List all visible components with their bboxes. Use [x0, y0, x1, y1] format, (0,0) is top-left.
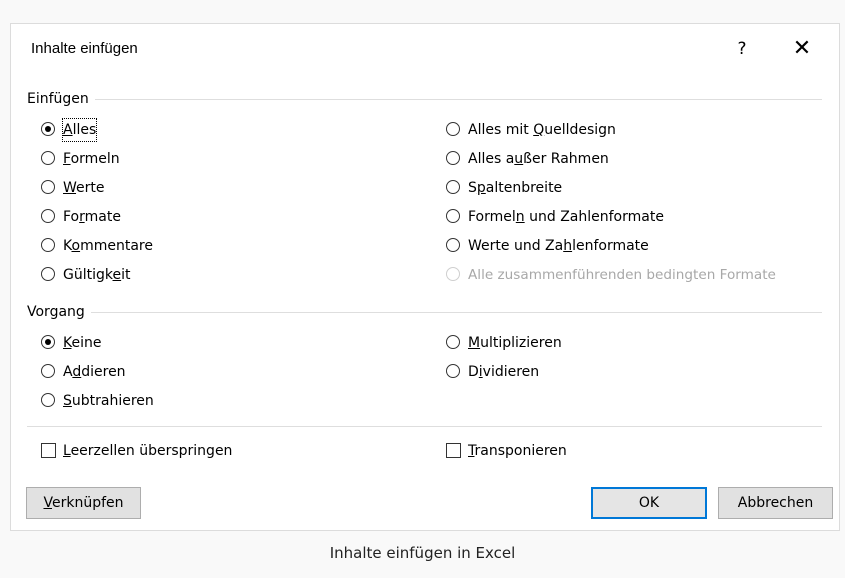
- paste-group-header: Einfügen: [27, 89, 822, 109]
- dialog-title: Inhalte einfügen: [31, 40, 138, 57]
- radio-label: Dividieren: [468, 364, 540, 380]
- radio-button[interactable]: [446, 180, 460, 194]
- close-button[interactable]: ✕: [784, 33, 820, 65]
- radio-button[interactable]: [446, 209, 460, 223]
- checkbox-label: Transponieren: [468, 443, 567, 459]
- dialog-titlebar: Inhalte einfügen ? ✕: [11, 24, 839, 74]
- radio-button[interactable]: [446, 151, 460, 165]
- radio-button: [446, 267, 460, 281]
- paste-group-label: Einfügen: [27, 89, 95, 109]
- radio-label: Alles mit Quelldesign: [468, 122, 616, 138]
- radio-label: Kommentare: [63, 238, 153, 254]
- radio-label: Subtrahieren: [63, 393, 154, 409]
- radio-label: Formeln: [63, 151, 120, 167]
- radio-label: Formeln und Zahlenformate: [468, 209, 664, 225]
- operation-group-label: Vorgang: [27, 302, 91, 322]
- separator: [27, 426, 822, 427]
- ok-button[interactable]: OK: [591, 487, 707, 519]
- radio-label: Werte: [63, 180, 105, 196]
- radio-button[interactable]: [446, 335, 460, 349]
- radio-label: Werte und Zahlenformate: [468, 238, 649, 254]
- radio-label: Gültigkeit: [63, 267, 131, 283]
- radio-button[interactable]: [41, 335, 55, 349]
- verknuepfen-button[interactable]: Verknüpfen: [26, 487, 141, 519]
- radio-button[interactable]: [446, 122, 460, 136]
- radio-label: Formate: [63, 209, 121, 225]
- radio-label: Alle zusammenführenden bedingten Formate: [468, 267, 776, 283]
- checkbox[interactable]: [446, 443, 461, 458]
- radio-button[interactable]: [41, 122, 55, 136]
- radio-button[interactable]: [446, 238, 460, 252]
- paste-special-dialog: Inhalte einfügen ? ✕ Einfügen Alles Form…: [10, 23, 840, 531]
- radio-label: Spaltenbreite: [468, 180, 563, 196]
- checkbox[interactable]: [41, 443, 56, 458]
- help-button[interactable]: ?: [724, 33, 760, 65]
- group-divider: [27, 99, 822, 100]
- cancel-button[interactable]: Abbrechen: [718, 487, 833, 519]
- radio-label: Multiplizieren: [468, 335, 562, 351]
- group-divider: [27, 312, 822, 313]
- checkbox-label: Leerzellen überspringen: [63, 443, 233, 459]
- radio-label: Addieren: [63, 364, 126, 380]
- radio-button[interactable]: [41, 209, 55, 223]
- radio-button[interactable]: [41, 180, 55, 194]
- radio-label: Keine: [63, 335, 102, 351]
- operation-group-header: Vorgang: [27, 302, 822, 322]
- radio-button[interactable]: [41, 267, 55, 281]
- radio-button[interactable]: [41, 151, 55, 165]
- figure-caption: Inhalte einfügen in Excel: [329, 544, 516, 562]
- radio-button[interactable]: [41, 364, 55, 378]
- radio-button[interactable]: [41, 393, 55, 407]
- radio-button[interactable]: [446, 364, 460, 378]
- radio-button[interactable]: [41, 238, 55, 252]
- radio-label: Alles: [61, 118, 98, 142]
- radio-label: Alles außer Rahmen: [468, 151, 609, 167]
